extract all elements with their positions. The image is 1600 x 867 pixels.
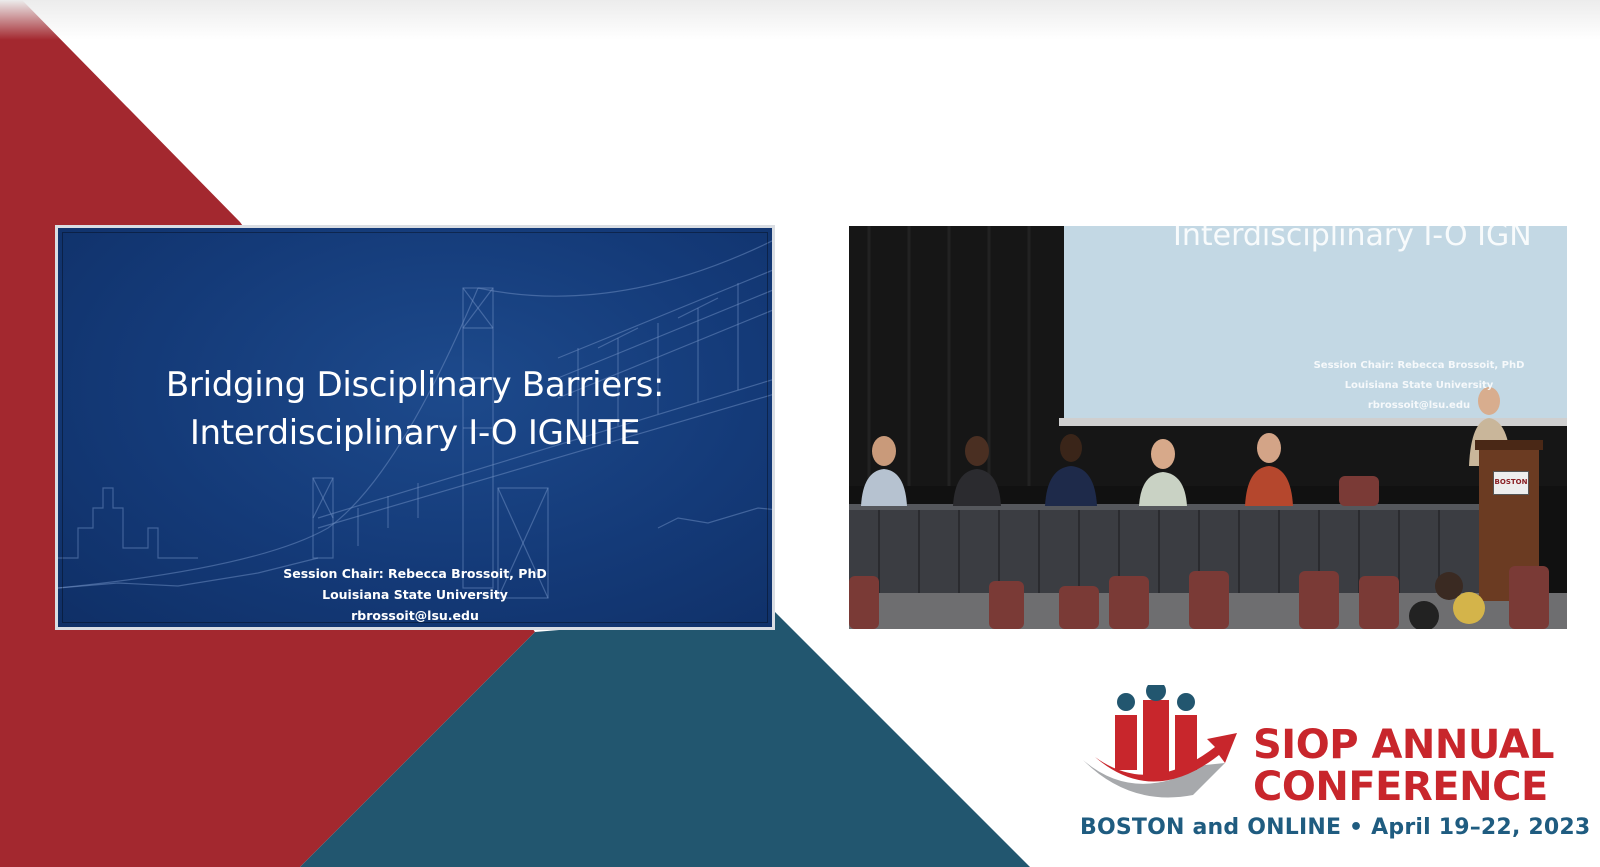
siop-logo-mark (1083, 685, 1237, 798)
slide-title-line2: Interdisciplinary I-O IGNITE (189, 413, 641, 453)
presentation-slide: Bridging Disciplinary Barriers: Interdis… (55, 225, 775, 630)
projected-slide-title: Interdisciplinary I-O IGN (1173, 226, 1532, 253)
logo-title-line2: CONFERENCE (1253, 764, 1548, 810)
audience-member (1453, 592, 1485, 624)
video-scene (849, 226, 1567, 629)
slide-credits: Session Chair: Rebecca Brossoit, PhD Lou… (58, 563, 772, 626)
projected-slide-credits: Session Chair: Rebecca Brossoit, PhD Lou… (1269, 356, 1567, 416)
video-feed-panel: Interdisciplinary I-O IGN Session Chair:… (849, 226, 1567, 629)
projected-university-text: Louisiana State University (1344, 380, 1494, 391)
podium-sign: BOSTON (1493, 471, 1529, 495)
projected-chair-text: Session Chair: Rebecca Brossoit, PhD (1313, 360, 1525, 371)
slide-title-line1: Bridging Disciplinary Barriers: (165, 365, 665, 405)
slide-title: Bridging Disciplinary Barriers: Interdis… (58, 361, 772, 457)
university-text: Louisiana State University (322, 587, 508, 602)
logo-title-line1: SIOP ANNUAL (1253, 722, 1555, 768)
projected-email-text: rbrossoit@lsu.edu (1367, 400, 1471, 411)
top-fade (0, 0, 1600, 40)
session-chair-text: Session Chair: Rebecca Brossoit, PhD (283, 566, 547, 581)
siop-conference-logo: SIOP ANNUAL CONFERENCE BOSTON and ONLINE… (1075, 685, 1590, 860)
logo-location-dates: BOSTON and ONLINE • April 19–22, 2023 (1080, 815, 1591, 840)
email-text: rbrossoit@lsu.edu (351, 608, 479, 623)
